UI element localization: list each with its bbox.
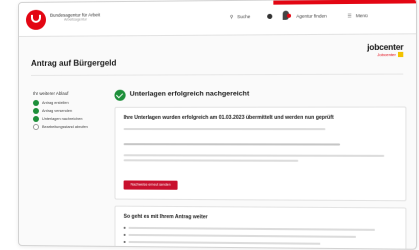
confirmation-box: Ihre Unterlagen wurden erfolgreich am 01…	[114, 106, 406, 201]
steps-title: Ihr weiterer Ablauf	[33, 91, 103, 96]
step-item: Bearbeitungsstand abrufen	[33, 124, 103, 131]
browser-screen: Bundesagentur für Arbeit Arbeitsagentur …	[18, 0, 417, 250]
jobcenter-logo: jobcenter Jobcenter	[367, 43, 403, 58]
confirmation-heading: Ihre Unterlagen wurden erfolgreich am 01…	[124, 115, 334, 121]
text-line	[124, 128, 326, 130]
brand-line-2: Arbeitsagentur	[50, 18, 100, 23]
step-label: Unterlagen nachreichen	[42, 117, 83, 121]
jobcenter-mark-icon	[398, 52, 403, 57]
nav-menu[interactable]: Menü	[356, 13, 368, 18]
step-item: Unterlagen nachreichen	[33, 116, 103, 123]
header-accent-strip	[273, 0, 417, 5]
text-line	[124, 143, 340, 145]
page-title: Antrag auf Bürgergeld	[31, 59, 116, 68]
step-done-icon	[33, 100, 39, 106]
brand-name[interactable]: Bundesagentur für Arbeit Arbeitsagentur	[50, 12, 100, 22]
location-pin-icon[interactable]	[283, 11, 292, 22]
menu-icon[interactable]: ☰	[347, 13, 351, 19]
text-line	[124, 154, 385, 157]
success-title: Unterlagen erfolgreich nachgereicht	[130, 90, 250, 97]
next-steps-heading: So geht es mit Ihrem Antrag weiter	[124, 214, 208, 221]
account-icon[interactable]	[267, 14, 272, 19]
search-icon[interactable]: ⚲	[230, 14, 233, 20]
step-label: Antrag erstellen	[42, 101, 69, 105]
step-item: Antrag erstellen	[33, 100, 103, 107]
agency-logo-icon[interactable]	[26, 10, 46, 30]
step-done-icon	[33, 116, 39, 122]
jobcenter-logo-text: jobcenter	[367, 43, 403, 52]
photo-stage: Bundesagentur für Arbeit Arbeitsagentur …	[0, 0, 419, 250]
progress-steps: Ihr weiterer Ablauf Antrag erstellen Ant…	[33, 91, 103, 132]
site-header: Bundesagentur für Arbeit Arbeitsagentur …	[19, 0, 416, 37]
jobcenter-sub: Jobcenter	[377, 52, 396, 57]
step-label: Antrag versenden	[42, 109, 72, 113]
step-item: Antrag versenden	[33, 108, 103, 115]
title-divider	[31, 74, 403, 76]
bullet-icon	[124, 227, 126, 229]
step-done-icon	[33, 108, 39, 114]
step-label: Bearbeitungsstand abrufen	[42, 125, 88, 129]
next-steps-box: So geht es mit Ihrem Antrag weiter	[114, 206, 406, 250]
bullet-icon	[124, 241, 126, 243]
nav-location[interactable]: Agentur finden	[296, 13, 327, 18]
text-line	[124, 159, 299, 162]
step-open-icon	[33, 124, 39, 130]
bullet-icon	[124, 234, 126, 236]
check-circle-icon	[114, 90, 125, 101]
nav-search[interactable]: Suche	[237, 14, 250, 19]
resend-documents-button[interactable]: Nachweise erneut senden	[124, 180, 178, 189]
